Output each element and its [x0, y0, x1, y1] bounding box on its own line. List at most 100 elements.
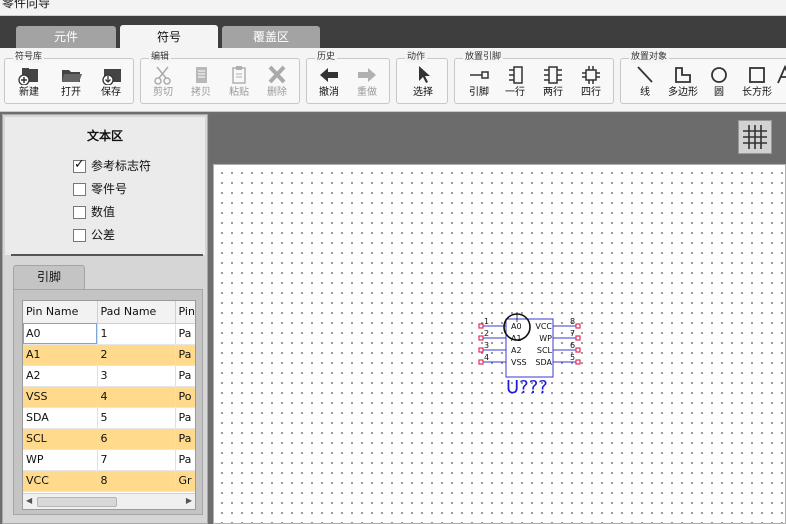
- reference-designator-label[interactable]: U???: [506, 378, 548, 398]
- checkbox-box[interactable]: [73, 229, 86, 242]
- save-button[interactable]: 保存: [93, 65, 129, 103]
- cell-pin-type[interactable]: Po: [175, 386, 195, 408]
- text-area-title: 文本区: [86, 129, 123, 143]
- symbol-pin-end[interactable]: [478, 347, 484, 353]
- cut-button[interactable]: 剪切: [145, 65, 181, 103]
- cell-pin-name[interactable]: A1: [23, 344, 98, 366]
- line-button[interactable]: 线: [627, 65, 663, 103]
- checkbox-label: 参考标志符: [91, 159, 152, 173]
- table-row[interactable]: A0 1 Pa: [23, 323, 195, 345]
- symbol-pin-end[interactable]: [575, 335, 581, 341]
- cut-label: 剪切: [153, 87, 173, 98]
- cell-pad-name[interactable]: 4: [97, 386, 176, 408]
- four-rows-button[interactable]: 四行: [573, 65, 609, 103]
- cell-pin-name[interactable]: VCC: [23, 470, 98, 492]
- title-bar: 零件向导: [0, 0, 786, 16]
- table-row[interactable]: SCL 6 Pa: [23, 428, 195, 450]
- open-folder-icon: [62, 70, 82, 82]
- polygon-button[interactable]: 多边形: [665, 65, 701, 103]
- four-rows-label: 四行: [581, 87, 601, 98]
- horizontal-scrollbar[interactable]: ◀ ▶: [23, 493, 195, 509]
- circle-button[interactable]: 圆: [701, 65, 737, 103]
- two-rows-button[interactable]: 两行: [535, 65, 571, 103]
- symbol-pin-end[interactable]: [478, 323, 484, 329]
- cell-pad-name[interactable]: 1: [97, 323, 176, 345]
- symbol-pin-number: 6: [570, 341, 576, 350]
- table-row[interactable]: VCC 8 Gr: [23, 470, 195, 492]
- symbol-pin-end[interactable]: [575, 323, 581, 329]
- cell-pin-type[interactable]: Pa: [175, 428, 195, 450]
- column-header-pad-name[interactable]: Pad Name: [97, 301, 176, 324]
- text-tool-button[interactable]: [775, 65, 786, 103]
- checkbox-box[interactable]: [73, 183, 86, 196]
- column-header-pin-type[interactable]: Pin: [175, 301, 195, 324]
- group-title: 符号库: [13, 51, 45, 63]
- new-icon: [18, 68, 38, 85]
- cell-pad-name[interactable]: 8: [97, 470, 176, 492]
- checkbox-part-number[interactable]: 零件号: [73, 182, 127, 198]
- scrollbar-thumb[interactable]: [37, 497, 117, 507]
- cell-pin-type[interactable]: Pa: [175, 407, 195, 429]
- cell-pin-type[interactable]: Pa: [175, 323, 195, 345]
- paste-button[interactable]: 粘贴: [221, 65, 257, 103]
- redo-button[interactable]: 重做: [349, 65, 385, 103]
- column-header-pin-name[interactable]: Pin Name: [23, 301, 98, 324]
- cell-pad-name[interactable]: 2: [97, 344, 176, 366]
- cell-pin-type[interactable]: Gr: [175, 470, 195, 492]
- scroll-right-icon[interactable]: ▶: [186, 496, 192, 505]
- rectangle-button[interactable]: 长方形: [739, 65, 775, 103]
- group-action: 动作 选择: [396, 51, 448, 104]
- table-row[interactable]: VSS 4 Po: [23, 386, 195, 408]
- table-row[interactable]: SDA 5 Pa: [23, 407, 195, 429]
- scroll-left-icon[interactable]: ◀: [26, 496, 32, 505]
- checkbox-ref-designator[interactable]: 参考标志符: [73, 158, 152, 175]
- cell-pin-name[interactable]: WP: [23, 449, 98, 471]
- pin-label: 引脚: [469, 87, 489, 98]
- pin-button[interactable]: 引脚: [461, 65, 497, 103]
- cell-pad-name[interactable]: 3: [97, 365, 176, 387]
- cell-pin-name[interactable]: A2: [23, 365, 98, 387]
- line-label: 线: [640, 87, 650, 98]
- delete-button[interactable]: 删除: [259, 65, 295, 103]
- tab-symbol[interactable]: 符号: [120, 25, 218, 50]
- table-row[interactable]: WP 7 Pa: [23, 449, 195, 471]
- tab-component[interactable]: 元件: [16, 26, 116, 48]
- open-button[interactable]: 打开: [53, 65, 89, 103]
- table-row[interactable]: A2 3 Pa: [23, 365, 195, 387]
- symbol-pin-end[interactable]: [478, 359, 484, 365]
- cell-pin-type[interactable]: Pa: [175, 449, 195, 471]
- group-title: 历史: [315, 51, 338, 63]
- select-button[interactable]: 选择: [405, 65, 441, 103]
- symbol-pin-end[interactable]: [478, 335, 484, 341]
- cell-pad-name[interactable]: 6: [97, 428, 176, 450]
- cell-pin-name[interactable]: VSS: [23, 386, 98, 408]
- undo-button[interactable]: 撤消: [311, 65, 347, 103]
- symbol-pin-end[interactable]: [575, 347, 581, 353]
- checkbox-value[interactable]: 数值: [73, 205, 115, 221]
- tab-pins[interactable]: 引脚: [13, 265, 85, 289]
- cell-pin-name[interactable]: A0: [23, 323, 98, 345]
- checkbox-tolerance[interactable]: 公差: [73, 228, 115, 244]
- checkbox-box[interactable]: [73, 206, 86, 219]
- symbol-pin-end[interactable]: [575, 359, 581, 365]
- group-place-objects: 放置对象 线 多边形 圆 长方形: [620, 51, 786, 104]
- cell-pin-type[interactable]: Pa: [175, 344, 195, 366]
- tab-footprint[interactable]: 覆盖区: [222, 26, 320, 48]
- checkbox-box-checked[interactable]: [73, 158, 86, 173]
- cell-pin-name[interactable]: SDA: [23, 407, 98, 429]
- cell-pad-name[interactable]: 5: [97, 407, 176, 429]
- group-history: 历史 撤消 重做: [306, 51, 390, 104]
- cell-pin-name[interactable]: SCL: [23, 428, 98, 450]
- cell-pad-name[interactable]: 7: [97, 449, 176, 471]
- pin-table[interactable]: Pin Name Pad Name Pin A0 1 Pa A1 2 Pa A2 3 Pa VSS…: [22, 300, 196, 510]
- window-title: 零件向导: [2, 0, 51, 10]
- tab-strip: [0, 16, 786, 50]
- new-button[interactable]: 新建: [11, 65, 47, 103]
- copy-button[interactable]: 拷贝: [183, 65, 219, 103]
- group-symbol-library: 符号库 新建 打开 保存: [4, 51, 134, 104]
- cell-pin-type[interactable]: Pa: [175, 365, 195, 387]
- rectangle-label: 长方形: [742, 87, 772, 98]
- grid-toggle-button[interactable]: [738, 120, 772, 154]
- table-row[interactable]: A1 2 Pa: [23, 344, 195, 366]
- one-row-button[interactable]: 一行: [497, 65, 533, 103]
